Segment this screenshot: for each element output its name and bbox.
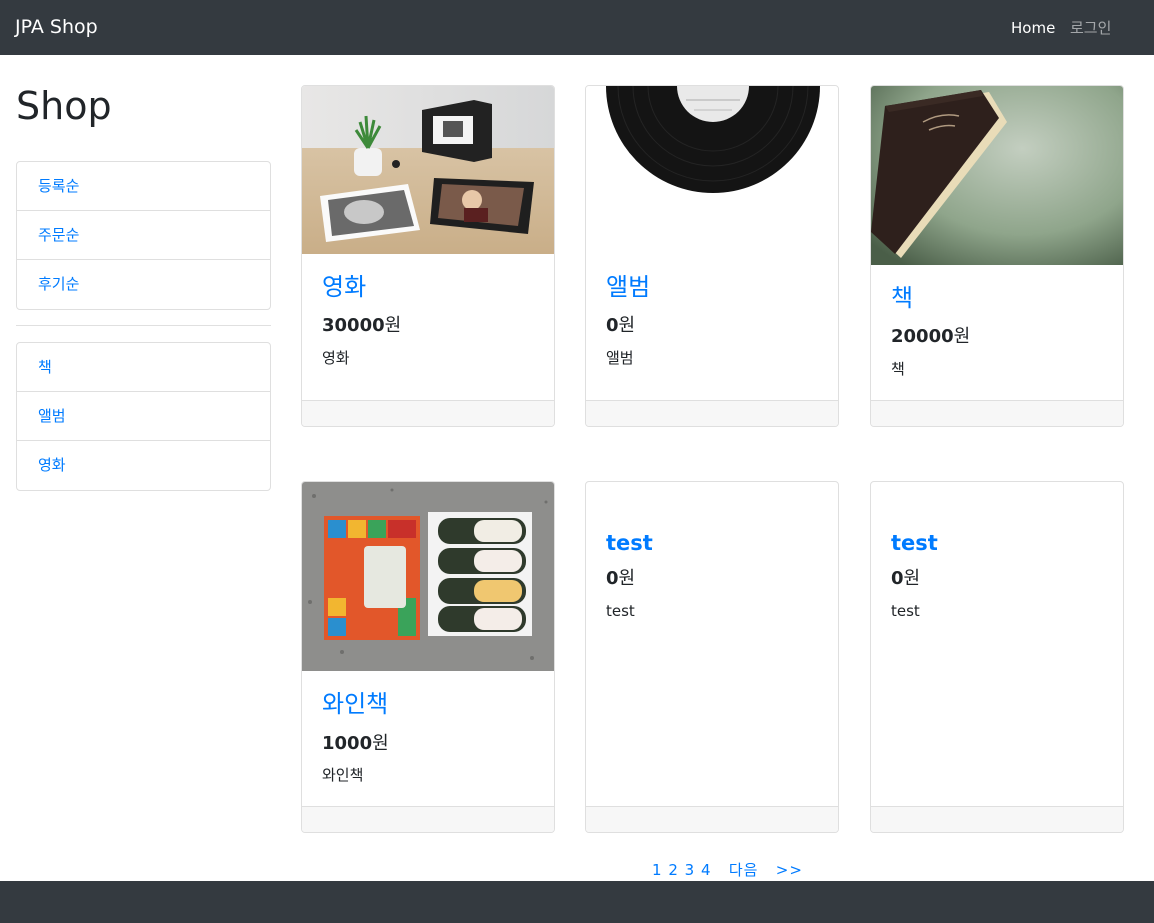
card-footer: [586, 400, 838, 426]
category-item-book[interactable]: 책: [17, 343, 270, 392]
footer: [0, 881, 1154, 923]
product-description: 와인책: [322, 766, 364, 784]
pagination: 1 2 3 4 다음 >>: [652, 859, 803, 881]
price-value: 0: [891, 568, 904, 589]
product-title[interactable]: 와인책: [322, 688, 388, 720]
product-card-test-2[interactable]: test 0원 test: [870, 481, 1124, 833]
product-description: 앨범: [606, 349, 634, 367]
vinyl-record-image[interactable]: [586, 86, 838, 196]
product-title[interactable]: 책: [891, 282, 913, 314]
product-card-movie[interactable]: 영화 30000원 영화: [301, 85, 555, 427]
product-card-album[interactable]: 앨범 0원 앨범: [585, 85, 839, 427]
old-book-image[interactable]: [871, 86, 1123, 265]
card-footer: [302, 806, 554, 832]
next-page-link[interactable]: 다음: [729, 861, 759, 879]
product-title[interactable]: 영화: [322, 271, 366, 303]
product-description: test: [891, 602, 920, 620]
price-value: 20000: [891, 326, 954, 347]
movie-photo-album-image[interactable]: [302, 86, 554, 254]
price-value: 0: [606, 568, 619, 589]
product-card-book[interactable]: 책 20000원 책: [870, 85, 1124, 427]
price-currency: 원: [903, 568, 921, 589]
product-description: 영화: [322, 349, 350, 367]
category-item-album[interactable]: 앨범: [17, 392, 270, 441]
product-description: test: [606, 602, 635, 620]
sort-item-reviews[interactable]: 후기순: [17, 260, 270, 309]
product-description: 책: [891, 360, 905, 378]
product-title[interactable]: 앨범: [606, 271, 650, 303]
product-price: 30000원: [322, 313, 401, 339]
category-list: 책 앨범 영화: [16, 342, 271, 491]
sort-item-registered[interactable]: 등록순: [17, 162, 270, 211]
price-currency: 원: [953, 326, 971, 347]
product-price: 0원: [606, 313, 635, 339]
page-title: Shop: [16, 84, 112, 128]
nav-link-login[interactable]: 로그인: [1070, 17, 1111, 39]
price-currency: 원: [618, 315, 636, 336]
page-link-3[interactable]: 3: [685, 861, 696, 879]
product-card-wine-book[interactable]: 와인책 1000원 와인책: [301, 481, 555, 833]
product-title[interactable]: test: [891, 527, 938, 559]
page-link-2[interactable]: 2: [668, 861, 679, 879]
price-currency: 원: [618, 568, 636, 589]
price-currency: 원: [372, 733, 389, 754]
card-footer: [871, 400, 1123, 426]
price-value: 1000: [322, 733, 373, 754]
wine-gift-box-image[interactable]: [302, 482, 554, 671]
navbar: JPA Shop Home 로그인: [0, 0, 1154, 55]
sort-list: 등록순 주문순 후기순: [16, 161, 271, 310]
card-footer: [302, 400, 554, 426]
product-price: 0원: [891, 566, 920, 592]
category-item-movie[interactable]: 영화: [17, 441, 270, 490]
page-link-4[interactable]: 4: [701, 861, 712, 879]
product-price: 1000원: [322, 731, 389, 757]
product-title[interactable]: test: [606, 527, 653, 559]
page-link-1[interactable]: 1: [652, 861, 663, 879]
card-footer: [586, 806, 838, 832]
product-price: 20000원: [891, 324, 970, 350]
brand-link[interactable]: JPA Shop: [15, 14, 98, 41]
product-price: 0원: [606, 566, 635, 592]
sidebar-divider: [16, 325, 271, 326]
nav-link-home[interactable]: Home: [1011, 17, 1055, 39]
price-value: 0: [606, 315, 619, 336]
price-currency: 원: [384, 315, 402, 336]
price-value: 30000: [322, 315, 385, 336]
last-page-link[interactable]: >>: [776, 861, 803, 879]
product-card-test-1[interactable]: test 0원 test: [585, 481, 839, 833]
sort-item-orders[interactable]: 주문순: [17, 211, 270, 260]
card-footer: [871, 806, 1123, 832]
